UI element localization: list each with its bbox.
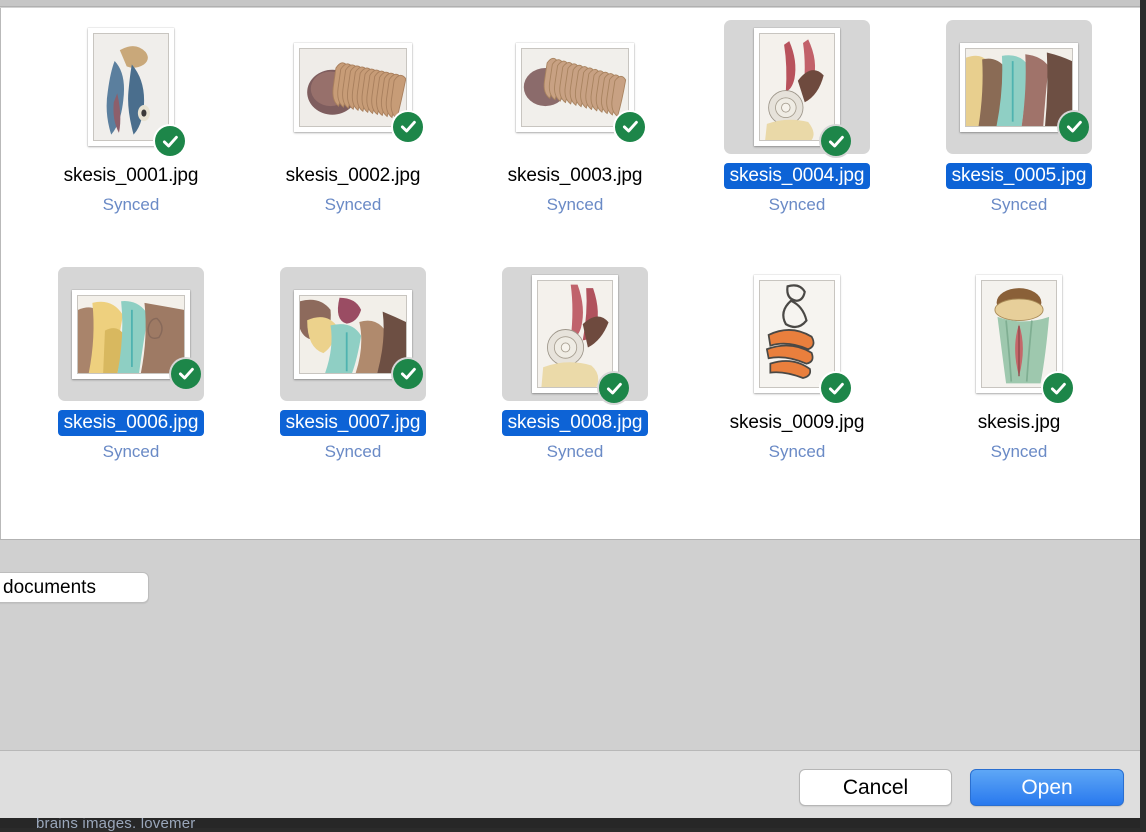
thumbnail-artwork bbox=[759, 280, 835, 388]
thumbnail-image bbox=[516, 43, 634, 132]
file-thumbnail[interactable] bbox=[280, 20, 426, 154]
file-status-label: Synced bbox=[547, 441, 604, 462]
thumbnail-image bbox=[294, 290, 412, 379]
thumbnail-image bbox=[88, 28, 174, 146]
sync-check-icon bbox=[393, 359, 423, 389]
thumbnail-image bbox=[294, 43, 412, 132]
file-name-label[interactable]: skesis.jpg bbox=[972, 410, 1066, 436]
file-thumbnail[interactable] bbox=[502, 20, 648, 154]
file-browser-icon-view[interactable]: skesis_0001.jpg Synced skesis_0002.jpg Sync… bbox=[0, 8, 1140, 539]
sync-check-icon bbox=[393, 112, 423, 142]
open-button[interactable]: Open bbox=[970, 769, 1124, 806]
file-status-label: Synced bbox=[991, 441, 1048, 462]
sync-check-icon bbox=[171, 359, 201, 389]
filename-field[interactable]: documents bbox=[0, 572, 149, 603]
file-item[interactable]: skesis_0007.jpg Synced bbox=[242, 255, 464, 462]
dialog-toolbar-edge bbox=[0, 0, 1140, 7]
thumbnail-artwork bbox=[965, 48, 1073, 127]
thumbnail-image bbox=[976, 275, 1062, 393]
file-item[interactable]: skesis_0009.jpg Synced bbox=[686, 255, 908, 462]
thumbnail-image bbox=[960, 43, 1078, 132]
file-status-label: Synced bbox=[103, 441, 160, 462]
thumbnail-artwork bbox=[299, 295, 407, 374]
open-file-dialog: skesis_0001.jpg Synced skesis_0002.jpg Sync… bbox=[0, 0, 1140, 818]
file-name-label[interactable]: skesis_0003.jpg bbox=[502, 163, 649, 189]
file-status-label: Synced bbox=[547, 194, 604, 215]
file-thumbnail[interactable] bbox=[58, 267, 204, 401]
sync-check-icon bbox=[155, 126, 185, 156]
sync-check-icon bbox=[599, 373, 629, 403]
cancel-button[interactable]: Cancel bbox=[799, 769, 952, 806]
file-name-label[interactable]: skesis_0008.jpg bbox=[502, 410, 649, 436]
dialog-action-bar: Cancel Open bbox=[0, 750, 1140, 818]
file-name-label[interactable]: skesis_0007.jpg bbox=[280, 410, 427, 436]
file-item[interactable]: skesis.jpg Synced bbox=[908, 255, 1130, 462]
file-thumbnail[interactable] bbox=[280, 267, 426, 401]
thumbnail-artwork bbox=[759, 33, 835, 141]
file-item[interactable]: skesis_0002.jpg Synced bbox=[242, 8, 464, 215]
file-name-label[interactable]: skesis_0009.jpg bbox=[724, 410, 871, 436]
thumbnail-artwork bbox=[93, 33, 169, 141]
file-status-label: Synced bbox=[769, 441, 826, 462]
file-thumbnail[interactable] bbox=[946, 20, 1092, 154]
sync-check-icon bbox=[1043, 373, 1073, 403]
dialog-options-panel: documents Enable: All Readable Documents… bbox=[0, 539, 1140, 750]
thumbnail-artwork bbox=[77, 295, 185, 374]
file-thumbnail[interactable] bbox=[724, 20, 870, 154]
thumbnail-artwork bbox=[521, 48, 629, 127]
thumbnail-image bbox=[754, 275, 840, 393]
thumbnail-artwork bbox=[537, 280, 613, 388]
file-name-label[interactable]: skesis_0001.jpg bbox=[58, 163, 205, 189]
thumbnail-image bbox=[72, 290, 190, 379]
file-status-label: Synced bbox=[325, 194, 382, 215]
sync-check-icon bbox=[1059, 112, 1089, 142]
thumbnail-image bbox=[754, 28, 840, 146]
file-item[interactable]: skesis_0001.jpg Synced bbox=[20, 8, 242, 215]
sync-check-icon bbox=[821, 126, 851, 156]
file-name-label[interactable]: skesis_0002.jpg bbox=[280, 163, 427, 189]
file-item[interactable]: skesis_0005.jpg Synced bbox=[908, 8, 1130, 215]
sync-check-icon bbox=[615, 112, 645, 142]
file-thumbnail[interactable] bbox=[58, 20, 204, 154]
file-status-label: Synced bbox=[325, 441, 382, 462]
file-name-label[interactable]: skesis_0004.jpg bbox=[724, 163, 871, 189]
thumbnail-image bbox=[532, 275, 618, 393]
file-item[interactable]: skesis_0003.jpg Synced bbox=[464, 8, 686, 215]
file-name-label[interactable]: skesis_0006.jpg bbox=[58, 410, 205, 436]
file-status-label: Synced bbox=[991, 194, 1048, 215]
file-name-label[interactable]: skesis_0005.jpg bbox=[946, 163, 1093, 189]
desktop-right-edge bbox=[1140, 0, 1146, 828]
file-status-label: Synced bbox=[103, 194, 160, 215]
file-item[interactable]: skesis_0004.jpg Synced bbox=[686, 8, 908, 215]
file-item[interactable]: skesis_0008.jpg Synced bbox=[464, 255, 686, 462]
file-thumbnail[interactable] bbox=[502, 267, 648, 401]
file-thumbnail[interactable] bbox=[724, 267, 870, 401]
sync-check-icon bbox=[821, 373, 851, 403]
thumbnail-artwork bbox=[981, 280, 1057, 388]
file-thumbnail[interactable] bbox=[946, 267, 1092, 401]
file-status-label: Synced bbox=[769, 194, 826, 215]
file-icon-grid: skesis_0001.jpg Synced skesis_0002.jpg Sync… bbox=[1, 8, 1140, 462]
thumbnail-artwork bbox=[299, 48, 407, 127]
file-item[interactable]: skesis_0006.jpg Synced bbox=[20, 255, 242, 462]
